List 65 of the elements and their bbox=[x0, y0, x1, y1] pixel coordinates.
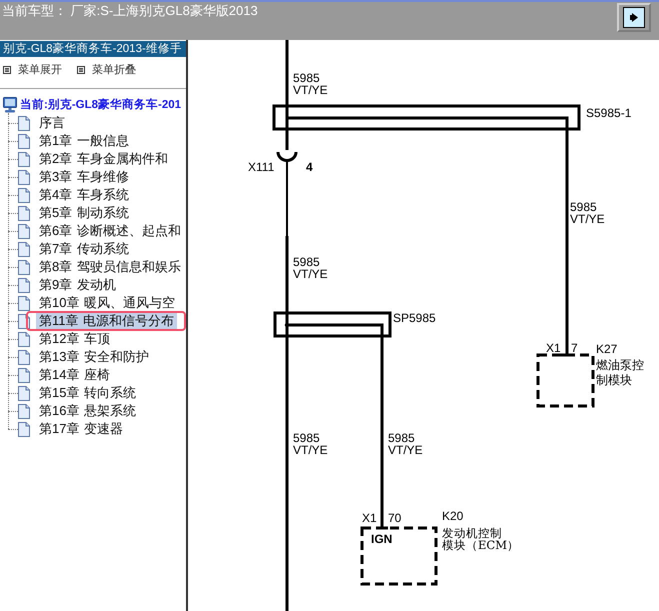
page-icon bbox=[18, 170, 30, 184]
page-icon bbox=[18, 152, 30, 166]
pin-number: 70 bbox=[388, 511, 402, 525]
page-icon bbox=[18, 422, 30, 436]
wire-label: 5985 VT/YE bbox=[293, 431, 328, 457]
page-icon bbox=[18, 260, 30, 274]
tree-item[interactable]: 第1章 一般信息 bbox=[36, 133, 132, 149]
tree-item[interactable]: 第5章 制动系统 bbox=[36, 205, 132, 221]
page-icon bbox=[18, 386, 30, 400]
page-icon bbox=[18, 368, 30, 382]
manual-title: 别克-GL8豪华商务车-2013-维修手 bbox=[0, 41, 186, 57]
pin-function-label: IGN bbox=[371, 532, 392, 546]
tree-item[interactable]: 第14章 座椅 bbox=[36, 367, 114, 383]
page-icon bbox=[18, 350, 30, 364]
wire-label: 5985 VT/YE bbox=[293, 255, 328, 281]
tree-item[interactable]: 第6章 诊断概述、起点和 bbox=[36, 223, 184, 239]
tree-item[interactable]: 序言 bbox=[36, 115, 68, 131]
tree-item[interactable]: 第11章 电源和信号分布 bbox=[36, 313, 178, 329]
connector-label: X1 bbox=[362, 511, 377, 525]
page-icon bbox=[18, 224, 30, 238]
wire-label: 5985 VT/YE bbox=[570, 200, 605, 226]
wire-label: 5985 VT/YE bbox=[293, 71, 328, 97]
tree-root-label[interactable]: 当前:别克-GL8豪华商务车-201 bbox=[20, 97, 182, 113]
module-box bbox=[536, 354, 594, 408]
pin-number: 7 bbox=[571, 341, 578, 355]
page-icon bbox=[18, 296, 30, 310]
page-icon bbox=[18, 116, 30, 130]
tree-item[interactable]: 第10章 暖风、通风与空 bbox=[36, 295, 178, 311]
list-icon bbox=[3, 66, 11, 74]
arrow-right-icon bbox=[623, 7, 645, 28]
list-icon bbox=[77, 66, 85, 74]
page-icon bbox=[18, 188, 30, 202]
tree-item[interactable]: 第3章 车身维修 bbox=[36, 169, 132, 185]
connector-label: X1 bbox=[546, 341, 561, 355]
page-icon bbox=[18, 206, 30, 220]
tree-item[interactable]: 第16章 悬架系统 bbox=[36, 403, 140, 419]
splice-label: SP5985 bbox=[393, 311, 436, 325]
page-icon bbox=[18, 134, 30, 148]
page-icon bbox=[18, 242, 30, 256]
tree-item[interactable]: 第13章 安全和防护 bbox=[36, 349, 152, 365]
tree-item[interactable]: 第12章 车顶 bbox=[36, 331, 114, 347]
model-title: 当前车型： 厂家:S-上海别克GL8豪华版2013 bbox=[1, 2, 258, 19]
module-id: K20 bbox=[442, 509, 464, 523]
module-name: 发动机控制 模块（ECM） bbox=[442, 526, 519, 552]
tree-item[interactable]: 第8章 驾驶员信息和娱乐 bbox=[36, 259, 184, 275]
computer-icon bbox=[3, 97, 17, 113]
panel-toggle-button[interactable] bbox=[617, 3, 651, 32]
collapse-menu-link[interactable]: 菜单折叠 bbox=[77, 62, 136, 78]
connector-label: X111 bbox=[248, 160, 274, 174]
connector-icon bbox=[276, 152, 298, 162]
tree-item[interactable]: 第9章 发动机 bbox=[36, 277, 119, 293]
wire-label: 5985 VT/YE bbox=[388, 431, 423, 457]
tree-item[interactable]: 第15章 转向系统 bbox=[36, 385, 140, 401]
expand-menu-link[interactable]: 菜单展开 bbox=[3, 62, 62, 78]
tree-item[interactable]: 第7章 传动系统 bbox=[36, 241, 132, 257]
page-icon bbox=[18, 332, 30, 346]
module-id: K27 bbox=[596, 342, 618, 356]
splice-label: S5985-1 bbox=[586, 106, 632, 120]
tree-item[interactable]: 第4章 车身系统 bbox=[36, 187, 132, 203]
tree-item[interactable]: 第17章 变速器 bbox=[36, 421, 126, 437]
tree-item[interactable]: 第2章 车身金属构件和 bbox=[36, 151, 171, 167]
page-icon bbox=[18, 404, 30, 418]
page-icon bbox=[18, 278, 30, 292]
module-name: 燃油泵控 制模块 bbox=[596, 358, 644, 387]
pin-number: 4 bbox=[306, 160, 313, 174]
